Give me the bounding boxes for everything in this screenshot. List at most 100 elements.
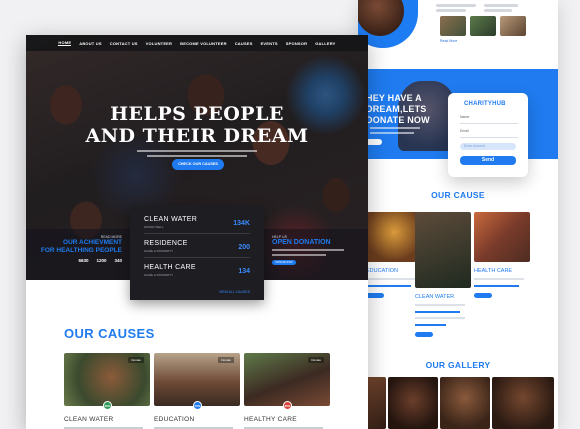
cause-image: Donate 30% <box>244 353 330 410</box>
achievement-heading-1: OUR ACHIEVMENT <box>63 239 122 246</box>
check-causes-button[interactable]: CHECK OUR CAUSES <box>172 159 224 170</box>
text-line <box>436 9 466 12</box>
our-causes-title: OUR CAUSES <box>64 326 155 341</box>
text-line <box>370 132 414 134</box>
gallery-thumb[interactable] <box>470 16 496 36</box>
cause-title: CLEAN WATER <box>415 294 455 300</box>
cause-image <box>474 212 530 262</box>
achievement-number: 1200 <box>96 258 107 263</box>
text-line <box>436 4 476 7</box>
nav-contact[interactable]: CONTACT US <box>110 41 138 46</box>
nav-events[interactable]: EVENTS <box>261 41 278 46</box>
text-line <box>64 427 144 429</box>
stat-name: HEALTH CARE <box>144 264 196 271</box>
gallery-thumb[interactable] <box>500 16 526 36</box>
cause-title: EDUCATION <box>366 268 398 274</box>
stat-name: CLEAN WATER <box>144 216 198 223</box>
stat-name: RESIDENCE <box>144 240 188 247</box>
donate-button[interactable] <box>366 139 382 145</box>
cause-tag[interactable]: Donate <box>128 357 144 363</box>
stat-desc: WATER WELL <box>144 225 164 229</box>
amount-input[interactable]: Enter Amount <box>460 143 516 150</box>
cause-image <box>366 212 422 262</box>
our-cause-title: OUR CAUSE <box>431 190 485 200</box>
progress-badge: 30% <box>283 401 292 410</box>
stat-desc: HOME & PROPERTY <box>144 273 174 277</box>
gallery-image[interactable] <box>440 377 490 429</box>
progress-bar <box>474 285 519 287</box>
hero-title: HELPS PEOPLE AND THEIR DREAM <box>26 103 368 147</box>
view-all-causes-link[interactable]: VIEW ALL CAUSES <box>219 290 250 294</box>
our-gallery-title: OUR GALLERY <box>425 360 491 370</box>
stat-row: CLEAN WATER WATER WELL 134K <box>144 212 250 234</box>
donate-button[interactable] <box>366 293 384 298</box>
cause-tag[interactable]: Donate <box>308 357 324 363</box>
cause-card[interactable]: CLEAN WATER <box>415 212 471 337</box>
achievement-numbers: 6630 1200 340 <box>36 258 122 263</box>
gallery-image[interactable] <box>492 377 554 429</box>
nav-gallery[interactable]: GALLERY <box>315 41 335 46</box>
cause-title: HEALTH CARE <box>474 268 513 274</box>
cause-card[interactable]: Donate 30% HEALTHY CARE <box>244 353 330 429</box>
donate-now-button[interactable]: DONATE NOW <box>272 260 296 265</box>
progress-bar <box>415 311 460 313</box>
send-button[interactable]: Send <box>460 156 516 165</box>
text-line <box>244 427 324 429</box>
charityhub-logo: CHARITYHUB <box>464 101 506 107</box>
email-label: Email <box>460 129 469 133</box>
text-line <box>366 278 417 280</box>
nav-home[interactable]: HOME <box>58 40 72 46</box>
text-line <box>370 127 420 129</box>
gallery-image[interactable] <box>388 377 438 429</box>
name-label: Name <box>460 115 470 119</box>
cause-card[interactable]: Donate 50% CLEAN WATER <box>64 353 150 429</box>
stat-desc: HOME & PROPERTY <box>144 249 174 253</box>
hero-title-line2: AND THEIR DREAM <box>85 125 309 147</box>
stat-value: 134 <box>238 268 250 275</box>
open-donation-block: HELP US OPEN DONATION DONATE NOW <box>272 235 362 265</box>
achievement-block: READ MORE OUR ACHIEVMENT FOR HEALTHING P… <box>36 235 122 263</box>
nav-causes[interactable]: CAUSES <box>235 41 253 46</box>
read-more-link[interactable]: Read More <box>440 39 457 43</box>
stat-value: 134K <box>233 220 250 227</box>
text-line <box>484 4 518 7</box>
main-nav: HOME ABOUT US CONTACT US VOLUNTEER BECOM… <box>26 35 368 51</box>
text-line <box>272 249 344 251</box>
email-field[interactable] <box>460 137 518 138</box>
name-field[interactable] <box>460 123 518 124</box>
cause-title: CLEAN WATER <box>64 416 114 423</box>
text-line <box>415 317 466 319</box>
text-line <box>272 254 326 256</box>
nav-about[interactable]: ABOUT US <box>79 41 102 46</box>
gallery-thumb[interactable] <box>440 16 466 36</box>
donate-button[interactable] <box>474 293 492 298</box>
stat-row: HEALTH CARE HOME & PROPERTY 134 <box>144 260 250 282</box>
stat-value: 200 <box>238 244 250 251</box>
nav-volunteer[interactable]: VOLUNTEER <box>146 41 172 46</box>
cause-image: Donate 70% <box>154 353 240 410</box>
text-line <box>137 150 257 152</box>
progress-bar <box>415 324 446 326</box>
text-line <box>415 304 466 306</box>
text-line <box>484 9 512 12</box>
donate-button[interactable] <box>415 332 433 337</box>
achievement-number: 6630 <box>78 258 89 263</box>
cause-title: EDUCATION <box>154 416 195 423</box>
text-line <box>147 155 247 157</box>
cause-image: Donate 50% <box>64 353 150 410</box>
cause-image <box>415 212 471 288</box>
achievement-number: 340 <box>114 258 122 263</box>
nav-become-volunteer[interactable]: BECOME VOLUNTEER <box>180 41 227 46</box>
cause-card[interactable]: Donate 70% EDUCATION <box>154 353 240 429</box>
cause-card[interactable]: HEALTH CARE <box>474 212 530 298</box>
donation-form-card: CHARITYHUB Name Email Enter Amount Send <box>448 93 528 177</box>
nav-sponsor[interactable]: SPONSOR <box>286 41 307 46</box>
cause-card[interactable]: EDUCATION <box>366 212 422 298</box>
background-page-mockup: Read More HEY HAVE A DREAM,LETS DONATE N… <box>358 0 558 429</box>
text-line <box>474 278 525 280</box>
hero-title-line1: HELPS PEOPLE <box>110 103 284 125</box>
top-section: Read More <box>358 0 558 48</box>
cause-title: HEALTHY CARE <box>244 416 297 423</box>
achievement-heading-2: FOR HEALTHING PEOPLE <box>40 247 122 254</box>
cause-tag[interactable]: Donate <box>218 357 234 363</box>
